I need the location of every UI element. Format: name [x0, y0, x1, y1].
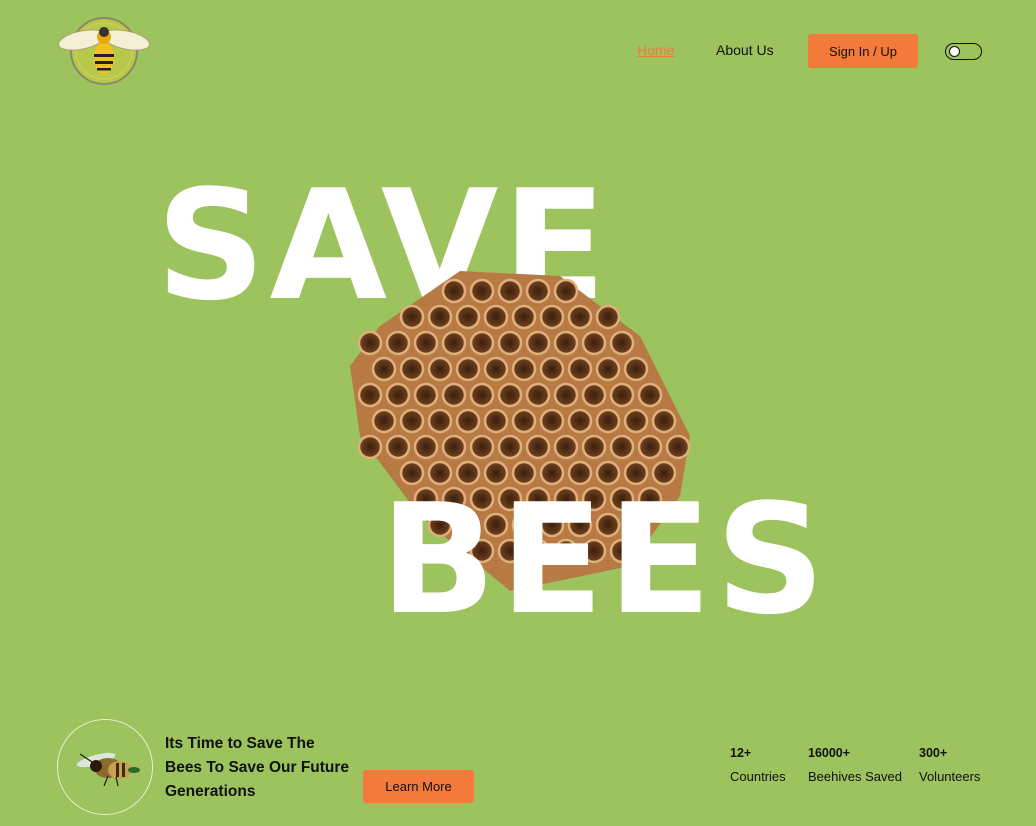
- honeycomb-cell: [413, 330, 439, 356]
- stat-value: 12+: [730, 746, 752, 760]
- honeycomb-cell: [595, 408, 621, 434]
- honeycomb-cell: [511, 408, 537, 434]
- honeycomb-cell: [371, 356, 397, 382]
- honeycomb-cell: [385, 434, 411, 460]
- honeycomb-cell: [553, 278, 579, 304]
- honeycomb-cell: [427, 356, 453, 382]
- honeycomb-cell: [511, 356, 537, 382]
- honeycomb-cell: [483, 408, 509, 434]
- stat-value: 300+: [919, 746, 948, 760]
- sign-in-button[interactable]: Sign In / Up: [808, 34, 918, 68]
- hero-title-bees: BEES: [380, 471, 829, 648]
- honeycomb-cell: [469, 330, 495, 356]
- honeycomb-cell: [525, 382, 551, 408]
- stat-value: 16000+: [808, 746, 851, 760]
- honeycomb-cell: [497, 382, 523, 408]
- honeycomb-cell: [525, 278, 551, 304]
- honeycomb-cell: [455, 304, 481, 330]
- honeycomb-cell: [357, 330, 383, 356]
- honeycomb-cell: [455, 356, 481, 382]
- honeycomb-cell: [483, 304, 509, 330]
- honeycomb-cell: [413, 434, 439, 460]
- toggle-knob: [949, 46, 960, 57]
- honeycomb-cell: [511, 304, 537, 330]
- honeycomb-cell: [483, 356, 509, 382]
- honeycomb-cell: [539, 408, 565, 434]
- honeycomb-cell: [609, 382, 635, 408]
- honeycomb-cell: [455, 408, 481, 434]
- honeycomb-cell: [427, 304, 453, 330]
- stat-label: Countries: [730, 769, 786, 784]
- honeycomb-cell: [399, 408, 425, 434]
- honeycomb-cell: [665, 434, 691, 460]
- nav-about-link[interactable]: About Us: [716, 42, 774, 58]
- nav-home-link[interactable]: Home: [637, 42, 674, 58]
- stat-volunteers: 300+ Volunteers: [919, 746, 980, 784]
- honeycomb-cell: [385, 330, 411, 356]
- honeycomb-cell: [441, 278, 467, 304]
- honeycomb-cell: [441, 330, 467, 356]
- honeycomb-cell: [497, 434, 523, 460]
- honeycomb-cell: [385, 382, 411, 408]
- honeycomb-cell: [441, 382, 467, 408]
- honeycomb-cell: [609, 434, 635, 460]
- stat-label: Volunteers: [919, 769, 981, 784]
- honeycomb-cell: [595, 304, 621, 330]
- bee-logo-icon[interactable]: [57, 14, 151, 88]
- honeycomb-cell: [637, 434, 663, 460]
- bee-photo-icon: [57, 719, 153, 815]
- honeycomb-cell: [427, 408, 453, 434]
- stat-countries: 12+ Countries: [730, 746, 786, 784]
- honeycomb-cell: [567, 356, 593, 382]
- honeycomb-cell: [567, 304, 593, 330]
- honeycomb-cell: [497, 330, 523, 356]
- honeycomb-cell: [357, 434, 383, 460]
- honeycomb-cell: [357, 382, 383, 408]
- honeycomb-cell: [441, 434, 467, 460]
- honeycomb-cell: [637, 382, 663, 408]
- honeycomb-cell: [399, 356, 425, 382]
- honeycomb-cell: [651, 408, 677, 434]
- honeycomb-cell: [413, 382, 439, 408]
- honeycomb-cell: [567, 408, 593, 434]
- honeycomb-cell: [553, 434, 579, 460]
- honeycomb-cell: [399, 304, 425, 330]
- honeycomb-cell: [469, 382, 495, 408]
- honeycomb-cell: [371, 408, 397, 434]
- stat-beehives: 16000+ Beehives Saved: [808, 746, 902, 784]
- honeycomb-cell: [525, 330, 551, 356]
- stat-label: Beehives Saved: [808, 769, 902, 784]
- theme-toggle[interactable]: [945, 43, 982, 60]
- honeycomb-cell: [581, 434, 607, 460]
- learn-more-button[interactable]: Learn More: [363, 770, 474, 803]
- honeycomb-cell: [609, 330, 635, 356]
- honeycomb-cell: [525, 434, 551, 460]
- honeycomb-cell: [539, 304, 565, 330]
- honeycomb-cell: [581, 382, 607, 408]
- honeycomb-cell: [469, 278, 495, 304]
- honeycomb-cell: [539, 356, 565, 382]
- honeycomb-cell: [497, 278, 523, 304]
- honeycomb-cell: [623, 356, 649, 382]
- honeycomb-cell: [595, 356, 621, 382]
- honeycomb-cell: [469, 434, 495, 460]
- honeycomb-cell: [581, 330, 607, 356]
- tagline: Its Time to Save The Bees To Save Our Fu…: [165, 735, 350, 800]
- honeycomb-cell: [553, 330, 579, 356]
- honeycomb-cell: [623, 408, 649, 434]
- honeycomb-cell: [553, 382, 579, 408]
